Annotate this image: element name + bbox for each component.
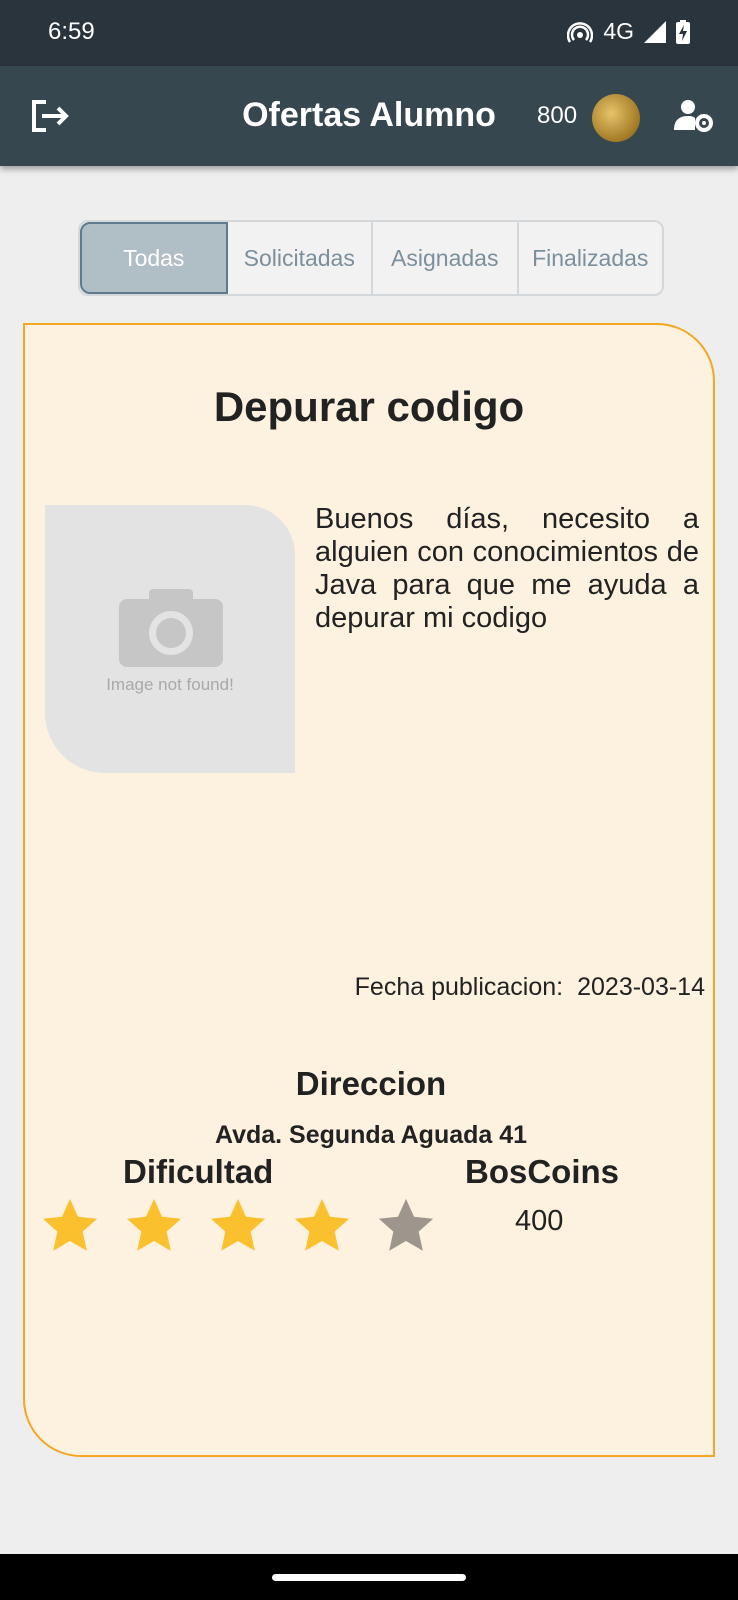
difficulty-label: Dificultad [123,1153,274,1190]
app-bar: Ofertas Alumno 800 [0,66,738,166]
publication-date-label: Fecha publicacion: [354,973,564,1001]
home-gesture-bar[interactable] [272,1574,466,1581]
network-type: 4G [603,18,634,44]
offer-title: Depurar codigo [213,383,525,430]
tab-asignadas[interactable]: Asignadas [373,222,519,294]
user-settings-button[interactable] [674,98,714,134]
user-settings-icon [674,100,713,132]
battery-icon [676,19,690,44]
star-filled-icon [126,1198,182,1251]
address-value: Avda. Segunda Aguada 41 [214,1121,528,1149]
offer-image-placeholder: Image not found! [45,505,295,773]
status-time: 6:59 [48,18,95,45]
offer-description: Buenos días, necesito a alguien con cono… [315,503,699,634]
offer-filter-tabs: Todas Solicitadas Asignadas Finalizadas [78,220,664,296]
tab-solicitadas[interactable]: Solicitadas [228,222,373,294]
address-label: Direccion [295,1065,447,1102]
camera-icon [119,589,223,667]
publication-date: Fecha publicacion: 2023-03-14 [355,973,705,1002]
boscoins-label: BosCoins [465,1153,620,1190]
star-filled-icon [210,1198,266,1251]
status-bar: 6:59 4G [0,0,738,66]
publication-date-value: 2023-03-14 [577,973,705,1001]
status-icons: 4G [567,18,690,45]
signal-icon [644,20,666,43]
coin-avatar[interactable] [592,94,640,142]
tab-todas[interactable]: Todas [80,222,228,294]
image-not-found-text: Image not found! [106,675,234,694]
coin-balance: 800 [537,102,578,129]
star-filled-icon [42,1198,98,1251]
tab-finalizadas[interactable]: Finalizadas [519,222,663,294]
offer-card[interactable]: Depurar codigo Image not found! Buenos d… [23,323,715,1457]
star-empty-icon [378,1198,434,1251]
hotspot-icon [567,21,594,43]
system-nav-bar [0,1554,738,1600]
boscoins-value: 400 [515,1205,564,1237]
star-filled-icon [294,1198,350,1251]
